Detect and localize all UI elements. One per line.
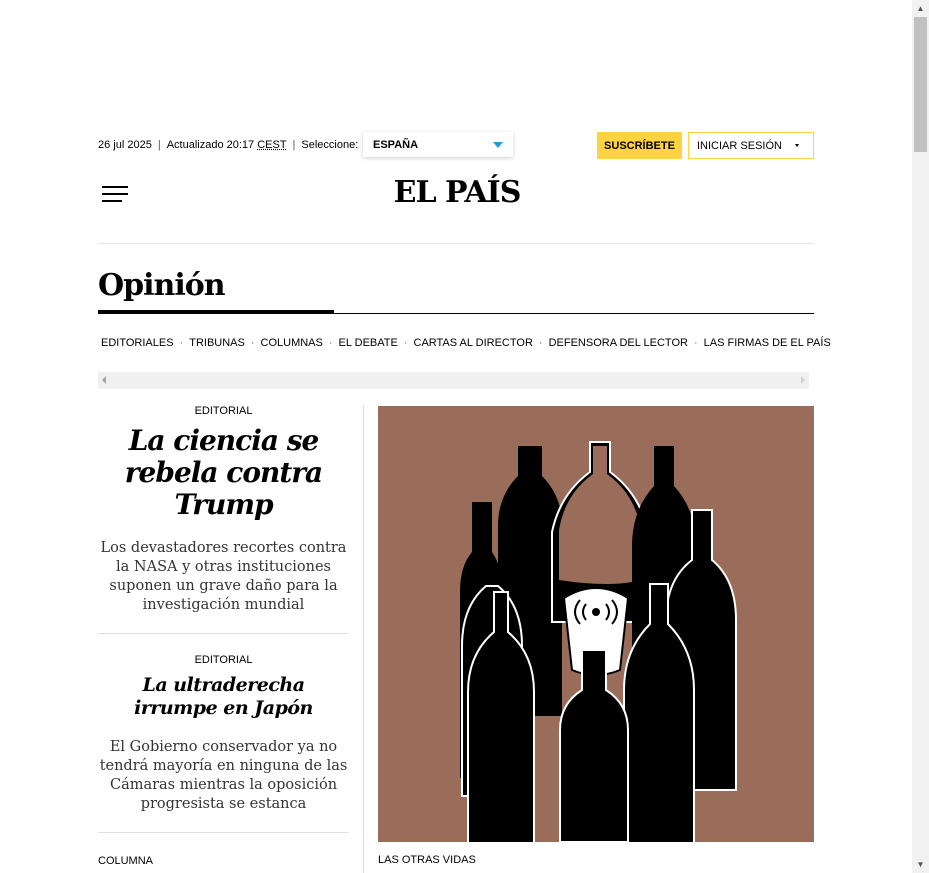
login-button[interactable]: INICIAR SESIÓN [688,132,814,159]
subnav-item-defensora[interactable]: DEFENSORA DEL LECTOR [546,337,691,349]
article-kicker[interactable]: EDITORIAL [98,405,349,417]
article-card: EDITORIAL La ultraderecha irrumpe en Jap… [98,634,349,832]
menu-icon[interactable] [102,186,128,204]
edition-value: ESPAÑA [373,139,419,151]
subnav-item-tribunas[interactable]: TRIBUNAS [186,337,248,349]
edition-select-label: Seleccione: [301,139,359,151]
subnav-item-el-debate[interactable]: EL DEBATE [336,337,401,349]
column-divider [363,405,364,873]
scroll-thumb[interactable] [914,17,927,152]
article-kicker[interactable]: EDITORIAL [98,654,349,666]
date: 26 jul 2025 [98,139,152,151]
updated-time: Actualizado 20:17 [166,139,255,151]
login-label: INICIAR SESIÓN [697,140,782,152]
hero-illustration[interactable] [378,406,814,842]
edition-dropdown[interactable]: ESPAÑA [363,132,513,157]
scroll-left-icon[interactable] [102,376,106,384]
article-headline[interactable]: La ultraderecha irrumpe en Japón [98,674,349,720]
subnav-item-editoriales[interactable]: EDITORIALES [98,337,177,349]
date-info: 26 jul 2025 | Actualizado 20:17 CEST | Selec… [98,139,359,151]
article-headline[interactable]: La ciencia se rebela contra Trump [98,425,349,521]
article-card: EDITORIAL La ciencia se rebela contra Tr… [98,405,349,633]
title-rule [98,313,814,314]
caret-down-icon [795,144,799,147]
hero-kicker[interactable]: LAS OTRAS VIDAS [378,854,476,866]
header-divider [98,243,814,244]
left-column: EDITORIAL La ciencia se rebela contra Tr… [98,405,349,833]
subnav-item-columnas[interactable]: COLUMNAS [258,337,326,349]
subnav-item-firmas[interactable]: LAS FIRMAS DE EL PAÍS [701,337,834,349]
scroll-down-icon[interactable]: ▼ [912,856,929,873]
dropdown-arrow-icon [493,142,503,148]
bottles-illustration [460,441,737,842]
timezone: CEST [257,139,287,151]
subscribe-button[interactable]: SUSCRÍBETE [597,132,682,159]
page-title[interactable]: Opinión [98,268,226,303]
scroll-up-icon[interactable]: ▲ [912,0,929,17]
subnav-item-cartas[interactable]: CARTAS AL DIRECTOR [411,337,536,349]
section-subnav: EDITORIALES · TRIBUNAS · COLUMNAS · EL DEBATE ·… [98,337,834,349]
article-kicker[interactable]: COLUMNA [98,855,153,867]
scroll-right-icon[interactable] [801,376,805,384]
article-summary: El Gobierno conservador ya no tendrá may… [99,739,348,812]
article-divider [98,832,349,833]
site-logo[interactable]: EL PAÍS [388,175,526,210]
subnav-scrollbar[interactable] [98,372,809,389]
page-scrollbar[interactable]: ▲ ▼ [912,0,929,873]
header-top-bar: 26 jul 2025 | Actualizado 20:17 CEST | Selec… [98,132,814,159]
article-summary: Los devastadores recortes contra la NASA… [100,540,347,613]
